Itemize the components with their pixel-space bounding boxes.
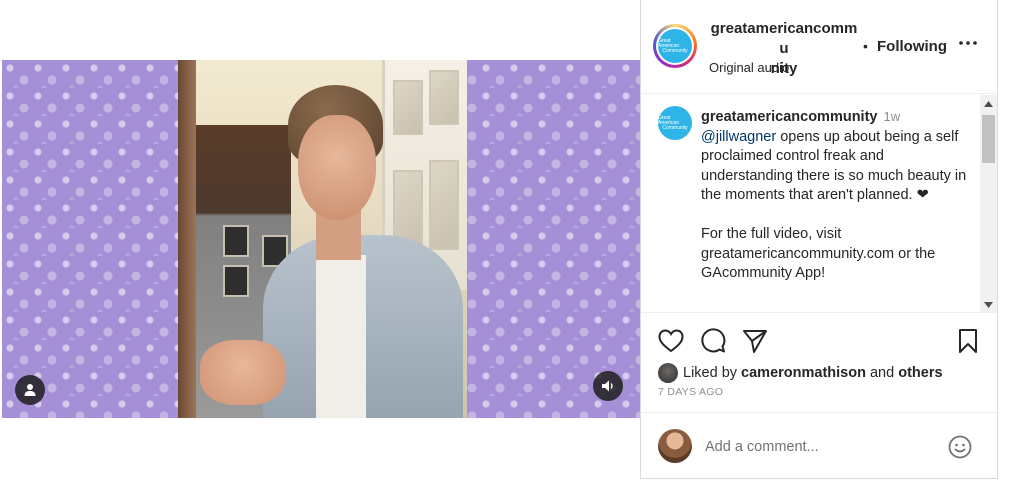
brand-logo: Great American Community [658, 29, 692, 63]
post-header: Great American Community greatamericanco… [641, 0, 997, 94]
comment-button[interactable] [698, 326, 728, 356]
caption-time[interactable]: 1w [883, 109, 900, 124]
audio-link[interactable]: Original audio [709, 60, 789, 75]
heart-icon [658, 329, 684, 353]
instagram-post-view: Great American Community greatamericanco… [0, 0, 1009, 489]
logo-text-top: Great American [658, 37, 680, 49]
caption-logo-text-bottom: Community [662, 124, 688, 131]
likes-summary: Liked by cameronmathison and others [658, 363, 943, 383]
save-button[interactable] [953, 326, 983, 356]
comments-scrollbar[interactable] [980, 95, 997, 312]
comment-input[interactable] [705, 437, 925, 457]
caption-mention[interactable]: @jillwagner [701, 129, 776, 145]
viewer-avatar [658, 429, 692, 463]
comments-section[interactable]: Great American Community greatamericanco… [641, 95, 997, 313]
more-dots-icon [959, 41, 977, 45]
scroll-down-arrow[interactable] [980, 296, 997, 312]
comment-icon [701, 328, 726, 353]
video-player[interactable] [2, 60, 640, 418]
liked-prefix: Liked by [683, 365, 738, 381]
video-person-hands [200, 340, 285, 405]
caption-author[interactable]: greatamericancommunity [701, 109, 877, 125]
triangle-down-icon [984, 301, 993, 308]
video-wall-picture [223, 265, 249, 297]
comment-composer [641, 412, 997, 478]
caption-author-avatar[interactable]: Great American Community [658, 106, 692, 140]
triangle-up-icon [984, 100, 993, 107]
bookmark-icon [959, 329, 977, 353]
sound-toggle-button[interactable] [593, 371, 623, 401]
scroll-thumb[interactable] [982, 115, 995, 163]
liker-avatar[interactable] [658, 363, 678, 383]
liked-and: and [869, 365, 895, 381]
liked-others[interactable]: others [898, 365, 942, 381]
scroll-up-arrow[interactable] [980, 95, 997, 112]
smiley-icon [948, 435, 972, 459]
caption: greatamericancommunity 1w @jillwagner ope… [701, 107, 969, 284]
emoji-button[interactable] [947, 434, 973, 460]
video-door-frame [178, 60, 196, 418]
share-button[interactable] [740, 326, 770, 356]
video-wall-picture [223, 225, 249, 257]
logo-text-bottom: Community [662, 47, 688, 54]
caption-logo-text-top: Great American [658, 114, 680, 126]
tagged-users-button[interactable] [15, 375, 45, 405]
following-button[interactable]: Following [877, 38, 947, 55]
post-date[interactable]: 7 DAYS AGO [658, 386, 723, 398]
speaker-icon [602, 380, 613, 392]
video-frame[interactable] [178, 60, 467, 418]
post-details-panel: Great American Community greatamericanco… [640, 0, 998, 479]
username-line-1: greatamericancommu [710, 20, 858, 57]
action-bar [641, 326, 997, 358]
caption-footer: For the full video, visit greatamericanc… [701, 226, 936, 281]
liked-user[interactable]: cameronmathison [741, 365, 866, 381]
video-person-top [316, 255, 366, 418]
media-column [0, 0, 640, 489]
author-avatar[interactable]: Great American Community [653, 24, 697, 68]
video-person-face [298, 115, 376, 220]
more-options-button[interactable] [957, 32, 979, 54]
user-icon [24, 384, 36, 396]
send-icon [743, 330, 767, 353]
like-button[interactable] [656, 326, 686, 356]
header-separator: • [863, 38, 868, 54]
